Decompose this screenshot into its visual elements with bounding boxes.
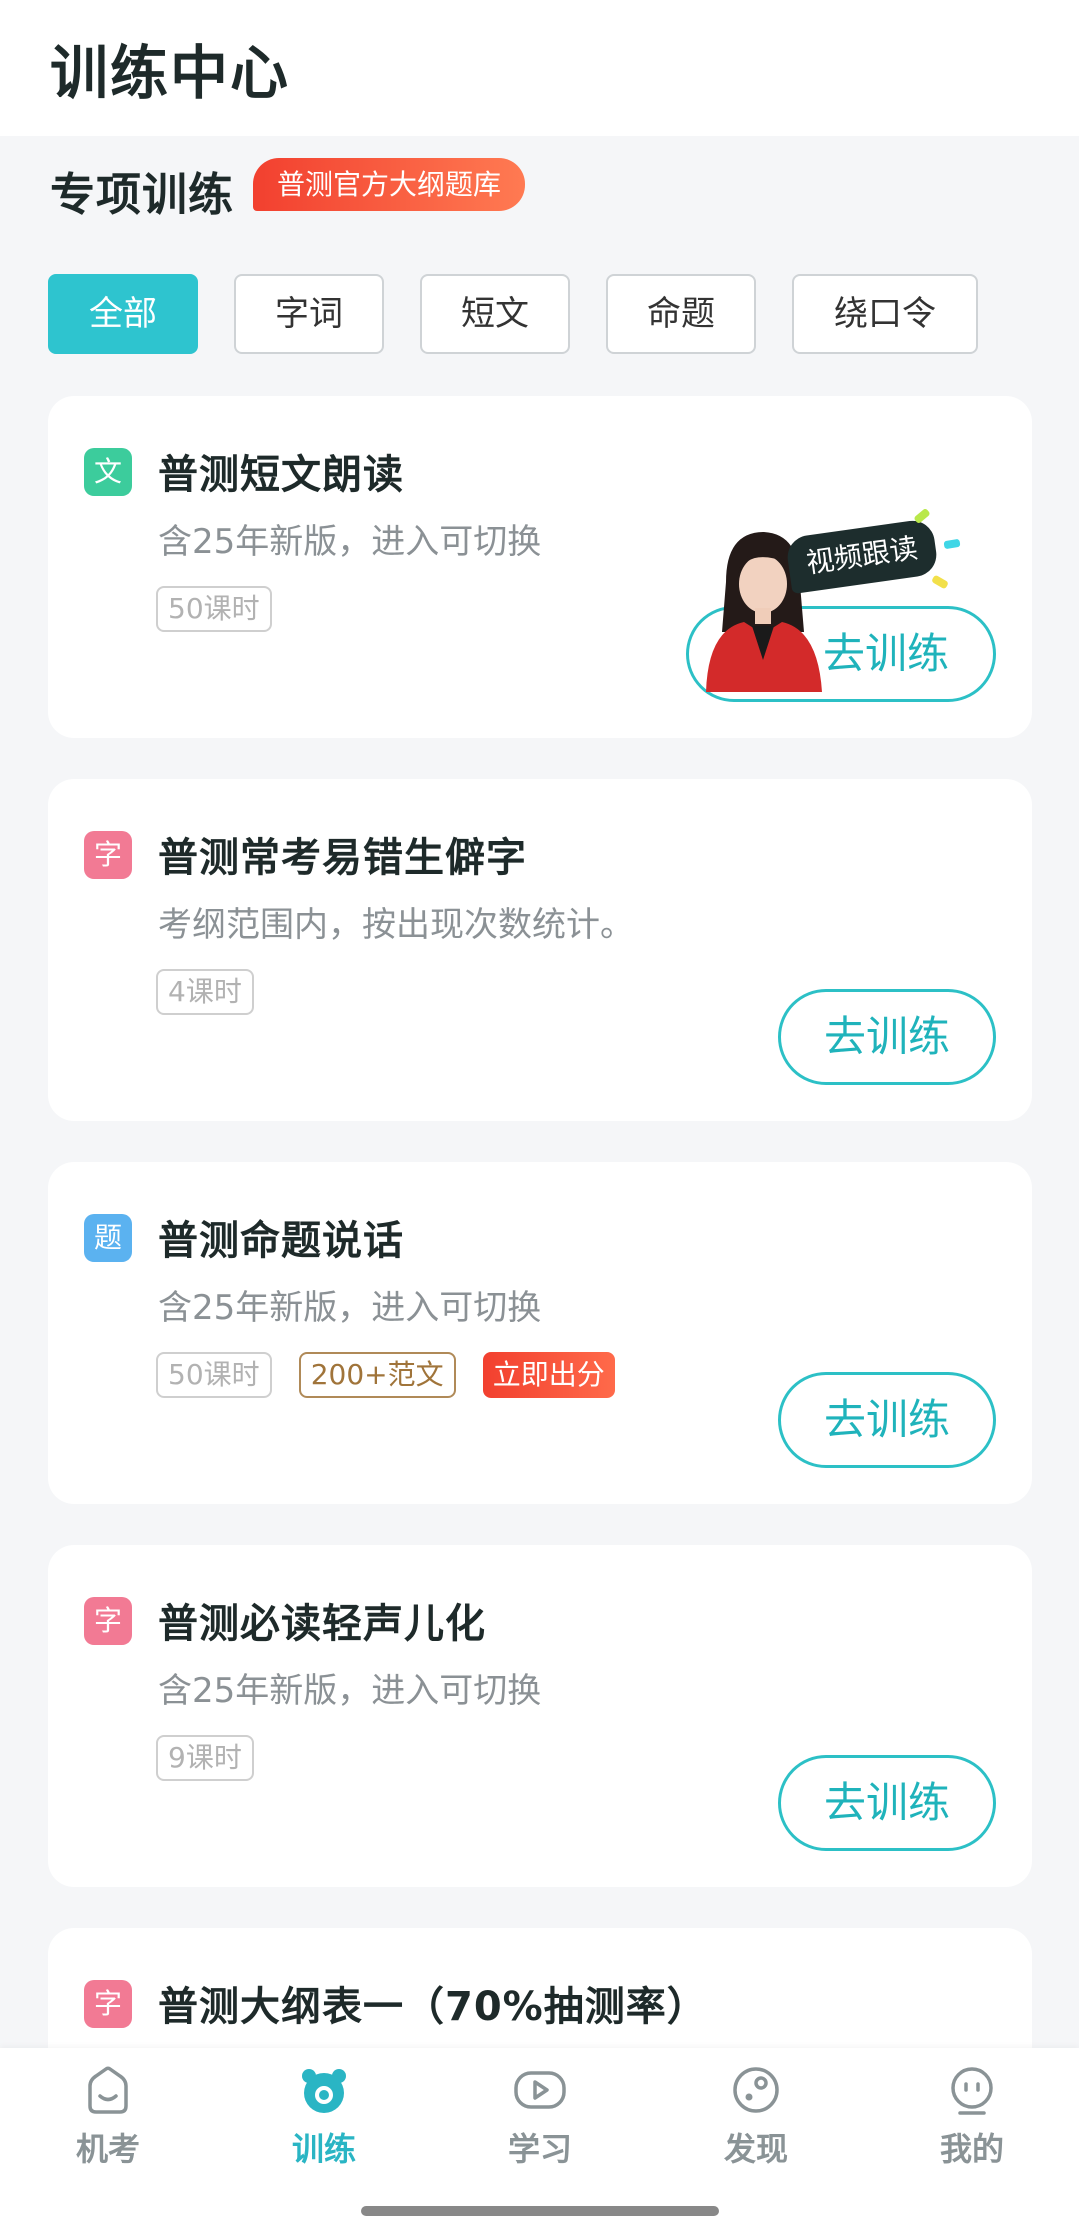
filter-passage[interactable]: 短文 [420, 274, 570, 354]
card-title: 普测命题说话 [158, 1218, 404, 1264]
sample-essays-tag: 200+范文 [298, 1352, 456, 1398]
sparkle-decoration [913, 507, 931, 525]
lesson-count-tag: 9课时 [156, 1735, 254, 1781]
card-tags: 9课时 [156, 1735, 276, 1783]
lesson-count-tag: 50课时 [156, 1352, 272, 1398]
instant-score-tag: 立即出分 [482, 1352, 615, 1398]
section-title: 专项训练 [50, 168, 235, 221]
go-train-button[interactable]: 去训练 [778, 1372, 996, 1468]
lesson-count-tag: 4课时 [156, 969, 254, 1015]
go-train-button[interactable]: 去训练 [778, 1755, 996, 1851]
card-subtitle: 考纲范围内，按出现次数统计。 [158, 905, 634, 945]
card-title: 普测必读轻声儿化 [158, 1601, 486, 1647]
discover-planet-icon [733, 2067, 779, 2113]
card-subtitle: 含25年新版，进入可切换 [158, 1288, 542, 1328]
training-card-passage[interactable]: 文 普测短文朗读 含25年新版，进入可切换 50课时 去训练 视频跟读 [48, 396, 1032, 738]
play-video-icon [514, 2071, 566, 2109]
tab-label: 发现 [723, 2130, 788, 2168]
card-subtitle: 含25年新版，进入可切换 [158, 522, 542, 562]
tab-label: 机考 [75, 2130, 140, 2168]
training-card-topic-speech[interactable]: 题 普测命题说话 含25年新版，进入可切换 50课时 200+范文 立即出分 去… [48, 1162, 1032, 1504]
filter-words[interactable]: 字词 [234, 274, 384, 354]
filter-topic[interactable]: 命题 [606, 274, 756, 354]
card-title: 普测常考易错生僻字 [158, 835, 527, 881]
header: 训练中心 [0, 0, 1079, 136]
category-badge: 题 [84, 1214, 132, 1262]
tab-label: 学习 [507, 2130, 572, 2168]
question-bank-badge: 普测官方大纲题库 [253, 158, 526, 211]
filter-tongue-twister[interactable]: 绕口令 [792, 274, 978, 354]
tab-learn[interactable]: 学习 [432, 2062, 648, 2192]
training-card-neutral-tone[interactable]: 字 普测必读轻声儿化 含25年新版，进入可切换 9课时 去训练 [48, 1545, 1032, 1887]
go-train-button[interactable]: 去训练 [778, 989, 996, 1085]
tab-label: 我的 [939, 2130, 1004, 2168]
tab-exam[interactable]: 机考 [0, 2062, 216, 2192]
sparkle-decoration [943, 538, 961, 550]
category-badge: 字 [84, 831, 132, 879]
tab-label: 训练 [291, 2130, 356, 2168]
training-card-rare-characters[interactable]: 字 普测常考易错生僻字 考纲范围内，按出现次数统计。 4课时 去训练 [48, 779, 1032, 1121]
category-badge: 字 [84, 1980, 132, 2028]
filter-all[interactable]: 全部 [48, 274, 198, 354]
card-tags: 50课时 [156, 586, 294, 634]
card-title: 普测短文朗读 [158, 452, 404, 498]
sparkle-decoration [931, 574, 949, 590]
train-bear-icon [302, 2069, 346, 2113]
home-indicator[interactable] [361, 2206, 719, 2216]
card-title: 普测大纲表一（70%抽测率） [158, 1984, 708, 2030]
category-badge: 文 [84, 448, 132, 496]
card-tags: 4课时 [156, 969, 276, 1017]
lesson-count-tag: 50课时 [156, 586, 272, 632]
tab-mine[interactable]: 我的 [864, 2062, 1079, 2192]
card-tags: 50课时 200+范文 立即出分 [156, 1352, 637, 1400]
exam-house-icon [88, 2066, 128, 2114]
category-badge: 字 [84, 1597, 132, 1645]
tab-training[interactable]: 训练 [216, 2062, 432, 2192]
page-title: 训练中心 [50, 39, 291, 107]
tab-discover[interactable]: 发现 [648, 2062, 864, 2192]
card-subtitle: 含25年新版，进入可切换 [158, 1671, 542, 1711]
profile-face-icon [951, 2067, 993, 2115]
